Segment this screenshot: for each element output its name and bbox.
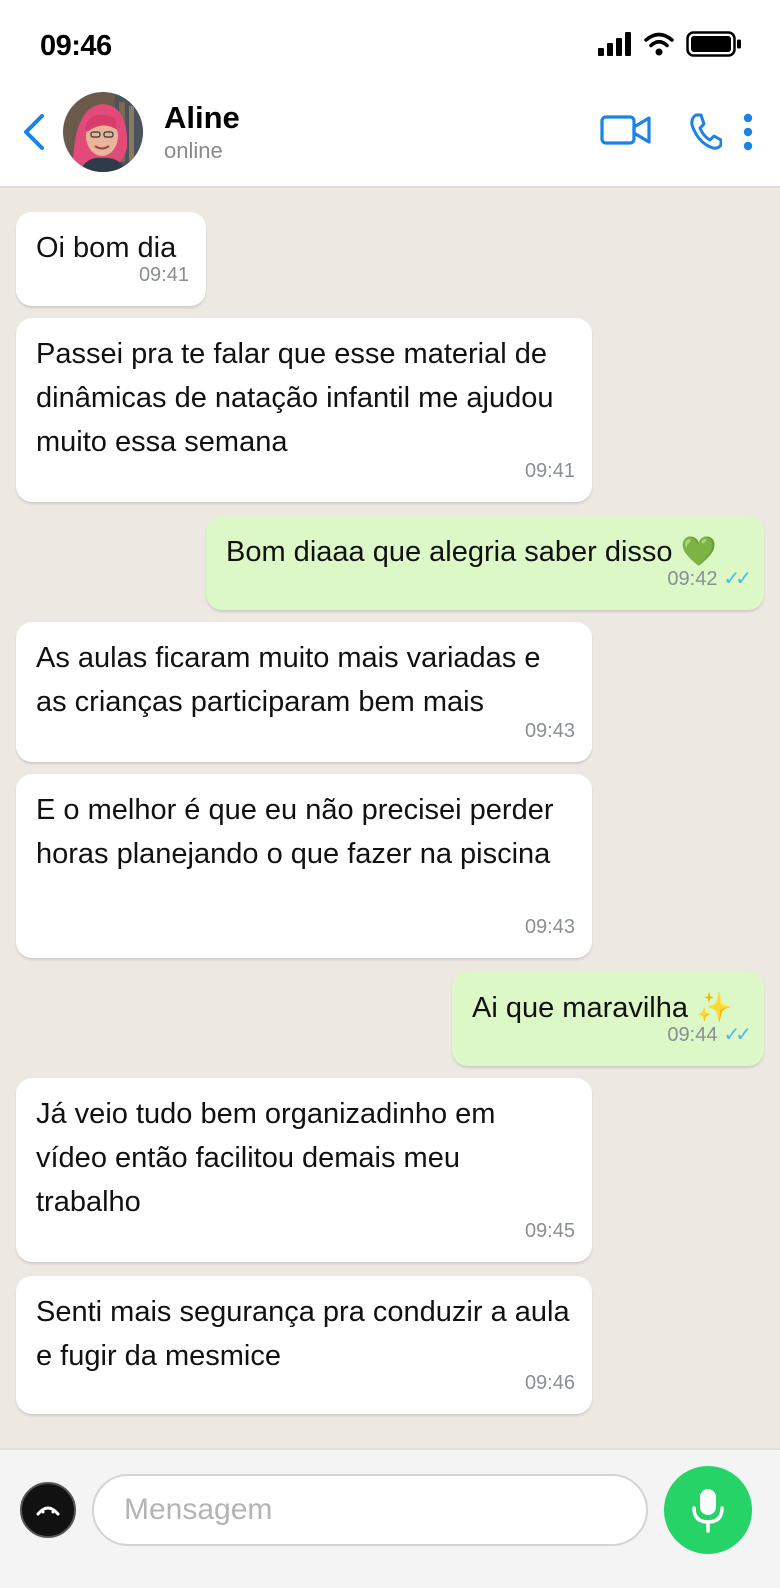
composer-bar: [0, 1448, 780, 1588]
message-text: As aulas ficaram muito mais variadas e a…: [36, 642, 541, 718]
message-bubble[interactable]: As aulas ficaram muito mais variadas e a…: [16, 622, 592, 762]
message-time: 09:45: [524, 1220, 575, 1242]
message-bubble[interactable]: Passei pra te falar que esse material de…: [16, 318, 592, 502]
message-time: 09:43: [524, 916, 575, 938]
message-text: Senti mais segurança pra conduzir a aula…: [36, 1296, 570, 1372]
read-receipt-icon: ✓✓: [723, 1024, 751, 1046]
message-text: Passei pra te falar que esse material de…: [36, 338, 554, 458]
message-bubble[interactable]: Já veio tudo bem organizadinho em vídeo …: [16, 1078, 592, 1262]
message-meta: 09:41: [139, 253, 189, 297]
microphone-icon: [692, 1489, 724, 1533]
video-camera-icon[interactable]: [600, 113, 652, 147]
emoji-icon: [36, 1506, 60, 1516]
message-time: 09:41: [524, 460, 575, 482]
wifi-icon: [644, 32, 674, 56]
phone-icon[interactable]: [688, 112, 722, 150]
message-time: 09:41: [138, 264, 189, 286]
chat-header: Aline online: [0, 88, 780, 188]
message-time: 09:46: [524, 1372, 575, 1394]
message-bubble[interactable]: Senti mais segurança pra conduzir a aula…: [16, 1276, 592, 1414]
avatar-image: [63, 92, 143, 172]
mic-button[interactable]: [664, 1466, 752, 1554]
message-text: Bom diaaa que alegria saber disso 💚: [226, 536, 717, 568]
message-meta: 09:41: [525, 449, 575, 493]
message-meta: 09:44 ✓✓: [667, 1013, 751, 1057]
message-time: 09:43: [524, 720, 575, 742]
message-meta: 09:45: [525, 1209, 575, 1253]
contact-name[interactable]: Aline: [164, 100, 240, 136]
back-chevron-icon[interactable]: [20, 112, 52, 152]
contact-status: online: [164, 138, 223, 163]
message-bubble[interactable]: Bom diaaa que alegria saber disso 💚 09:4…: [206, 516, 764, 610]
message-time: 09:42: [667, 568, 718, 590]
status-icons: [598, 31, 742, 57]
message-time: 09:44: [667, 1024, 718, 1046]
message-bubble[interactable]: E o melhor é que eu não precisei perder …: [16, 774, 592, 958]
message-meta: 09:42 ✓✓: [667, 557, 751, 601]
message-input[interactable]: [92, 1474, 648, 1546]
message-meta: 09:43: [525, 905, 575, 949]
avatar[interactable]: [63, 92, 143, 172]
message-bubble[interactable]: Ai que maravilha ✨ 09:44 ✓✓: [452, 972, 764, 1066]
signal-icon: [598, 32, 631, 56]
message-text: Já veio tudo bem organizadinho em vídeo …: [36, 1098, 496, 1218]
more-vertical-icon[interactable]: [742, 112, 754, 152]
message-bubble[interactable]: Oi bom dia 09:41: [16, 212, 206, 306]
battery-icon: [686, 31, 741, 57]
message-meta: 09:46: [525, 1361, 575, 1405]
message-text: E o melhor é que eu não precisei perder …: [36, 794, 554, 870]
message-list: Oi bom dia 09:41 Passei pra te falar que…: [0, 190, 780, 1448]
message-meta: 09:43: [525, 709, 575, 753]
read-receipt-icon: ✓✓: [723, 568, 751, 590]
status-time: 09:46: [40, 30, 112, 62]
emoji-button[interactable]: [20, 1482, 76, 1538]
status-bar: 09:46: [0, 0, 780, 88]
